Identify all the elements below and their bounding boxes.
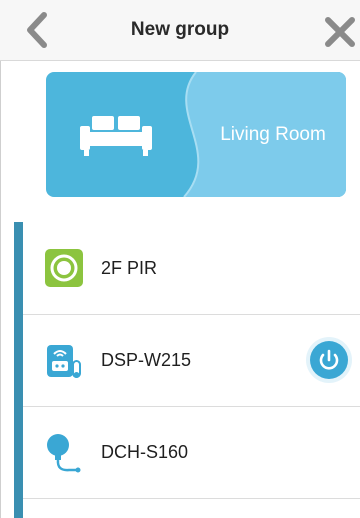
smart-plug-icon bbox=[47, 345, 81, 378]
left-edge-line bbox=[0, 0, 1, 518]
close-icon bbox=[325, 17, 355, 47]
close-button[interactable] bbox=[322, 10, 358, 50]
device-name: 2F PIR bbox=[101, 258, 158, 278]
device-name: DCH-S160 bbox=[101, 442, 189, 462]
chevron-left-icon bbox=[27, 12, 47, 48]
motion-sensor-icon bbox=[45, 249, 83, 287]
device-row-dch-s160[interactable]: DCH-S160 bbox=[23, 406, 360, 499]
device-row-dsp-w215[interactable]: DSP-W215 bbox=[23, 314, 360, 407]
device-row-2f-pir[interactable]: 2F PIR bbox=[23, 222, 360, 315]
water-sensor-icon bbox=[47, 434, 81, 473]
device-name: DSP-W215 bbox=[101, 350, 192, 370]
sofa-icon bbox=[80, 116, 152, 156]
app-header: New group bbox=[0, 0, 360, 61]
list-accent-bar bbox=[14, 222, 23, 518]
power-icon bbox=[306, 337, 352, 383]
room-card-living-room[interactable]: Living Room bbox=[46, 72, 346, 197]
room-label: Living Room bbox=[220, 124, 326, 145]
back-button[interactable] bbox=[22, 10, 62, 50]
power-button[interactable] bbox=[305, 336, 353, 384]
